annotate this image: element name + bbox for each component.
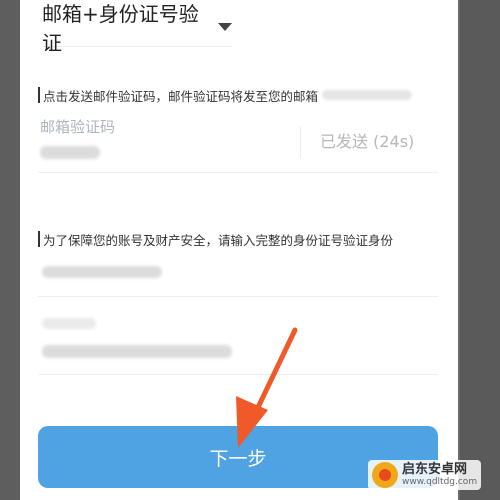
send-divider — [300, 126, 301, 158]
divider — [38, 172, 438, 173]
notice-bar — [38, 87, 40, 103]
email-notice: 点击发送邮件验证码，邮件验证码将发至您的邮箱 — [38, 83, 413, 107]
background-right — [460, 0, 500, 500]
email-code-input[interactable] — [40, 146, 100, 159]
watermark-logo-icon — [372, 462, 398, 488]
watermark: 启东安卓网 www.qdltdg.com — [368, 460, 482, 490]
id-notice: 为了保障您的账号及财产安全，请输入完整的身份证号验证身份 — [38, 227, 393, 251]
id-notice-text: 为了保障您的账号及财产安全，请输入完整的身份证号验证身份 — [43, 232, 394, 248]
divider — [38, 296, 438, 297]
notice-bar — [38, 231, 40, 247]
email-code-label: 邮箱验证码 — [40, 118, 116, 136]
chevron-down-icon — [218, 23, 232, 31]
id-number-input[interactable] — [42, 345, 232, 358]
background-left — [0, 0, 20, 500]
watermark-url: www.qdltdg.com — [402, 477, 478, 487]
id-number-label — [42, 318, 96, 329]
masked-email — [322, 90, 413, 100]
verify-method-label: 邮箱+身份证号验证 — [42, 2, 199, 55]
watermark-title: 启东安卓网 — [402, 462, 468, 477]
email-notice-text: 点击发送邮件验证码，邮件验证码将发至您的邮箱 — [43, 88, 319, 104]
verification-sheet: 邮箱+身份证号验证 点击发送邮件验证码，邮件验证码将发至您的邮箱 邮箱验证码 已… — [20, 0, 458, 500]
send-code-button[interactable]: 已发送 (24s) — [320, 128, 414, 152]
divider — [38, 374, 438, 375]
verify-method-dropdown[interactable]: 邮箱+身份证号验证 — [42, 2, 232, 55]
next-step-label: 下一步 — [209, 447, 267, 470]
masked-id-number — [42, 266, 162, 278]
